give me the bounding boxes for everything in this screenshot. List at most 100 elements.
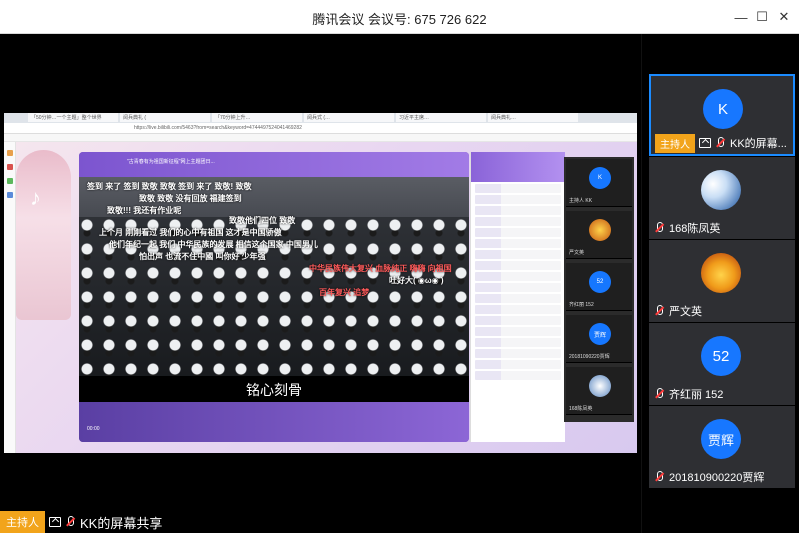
danmu-comment: 致敬 致敬 没有回放 福建签到 bbox=[139, 194, 242, 203]
participant-avatar bbox=[701, 170, 741, 210]
chat-line bbox=[475, 371, 561, 380]
chat-line bbox=[475, 217, 561, 226]
mini-tile: 168陈凤英 bbox=[566, 367, 632, 415]
sidebar-icon bbox=[7, 164, 13, 170]
screen-share-icon bbox=[49, 517, 61, 527]
mic-muted-icon bbox=[714, 137, 726, 149]
player-header: "古青春有为祖国新征程"网上主题团日... bbox=[79, 152, 469, 177]
danmu-comment: 中华民族伟大复兴 血脉纯正 嗨嗨 向祖国 bbox=[309, 264, 452, 273]
mic-muted-icon bbox=[64, 516, 76, 528]
chat-line bbox=[475, 184, 561, 193]
chat-line bbox=[475, 261, 561, 270]
browser-tab: 阅兵典礼… bbox=[488, 113, 578, 122]
mic-muted-icon bbox=[653, 222, 665, 234]
participant-avatar: 贾辉 bbox=[701, 419, 741, 459]
chat-line bbox=[475, 349, 561, 358]
participant-avatar: K bbox=[703, 89, 743, 129]
chat-line bbox=[475, 250, 561, 259]
browser-sidebar bbox=[4, 142, 16, 453]
stream-title: "古青春有为祖国新征程"网上主题团日... bbox=[127, 159, 215, 165]
mic-muted-icon bbox=[653, 388, 665, 400]
participant-tile[interactable]: 严文英 bbox=[649, 240, 795, 322]
screen-share-icon bbox=[699, 138, 711, 148]
mini-avatar: K bbox=[589, 167, 611, 189]
chat-header bbox=[471, 152, 565, 182]
mini-tile: 严文英 bbox=[566, 211, 632, 259]
host-badge: 主持人 bbox=[655, 133, 695, 153]
chat-line bbox=[475, 305, 561, 314]
sidebar-icon bbox=[7, 192, 13, 198]
browser-tab: 习近平主席… bbox=[396, 113, 486, 122]
browser-address-bar: https://live.bilibili.com/5463?from=sear… bbox=[4, 123, 637, 134]
video-player: "古青春有为祖国新征程"网上主题团日... 签到 来了 签到 致敬 致敬 签到 … bbox=[79, 152, 469, 442]
mini-tile: 52 齐红丽 152 bbox=[566, 263, 632, 311]
participant-name: 严文英 bbox=[669, 306, 702, 318]
player-time: 00:00 bbox=[87, 426, 100, 432]
participant-name-row: 齐红丽 152 bbox=[653, 386, 723, 402]
mini-tile: K 主持人 KK bbox=[566, 159, 632, 207]
bookmarks-bar bbox=[4, 134, 637, 142]
chat-line bbox=[475, 327, 561, 336]
mic-muted-icon bbox=[653, 305, 665, 317]
participant-name-row: 严文英 bbox=[653, 303, 702, 319]
browser-tab: 「70分钟上升… bbox=[212, 113, 302, 122]
browser-tab: 阅兵典礼 ( bbox=[120, 113, 210, 122]
participant-name: 齐红丽 152 bbox=[669, 389, 724, 401]
chat-line bbox=[475, 228, 561, 237]
mini-tile: 贾辉 20181090220贾辉 bbox=[566, 315, 632, 363]
participant-name: 201810900220贾辉 bbox=[669, 472, 765, 484]
shared-mini-gallery: K 主持人 KK 严文英 52 齐红丽 152 贾辉 20181090220贾辉… bbox=[564, 157, 634, 422]
stream-chat-panel bbox=[470, 152, 565, 442]
window-title: 腾讯会议 会议号: 675 726 622 bbox=[312, 12, 487, 27]
participant-name: 168陈凤英 bbox=[669, 223, 721, 235]
mini-name: 齐红丽 152 bbox=[569, 302, 594, 308]
mini-avatar: 贾辉 bbox=[589, 323, 611, 345]
video-subtitle: 铭心刻骨 bbox=[246, 382, 302, 398]
chat-line bbox=[475, 294, 561, 303]
sidebar-icon bbox=[7, 150, 13, 156]
participant-tile[interactable]: 贾辉 201810900220贾辉 bbox=[649, 406, 795, 488]
address-text: https://live.bilibili.com/5463?from=sear… bbox=[134, 125, 302, 131]
participant-tile-host[interactable]: K 主持人 KK的屏幕... bbox=[649, 74, 795, 156]
mini-avatar: 52 bbox=[589, 271, 611, 293]
chat-line bbox=[475, 338, 561, 347]
participant-tile[interactable]: 168陈凤英 bbox=[649, 157, 795, 239]
participant-avatar: 52 bbox=[701, 336, 741, 376]
video-frame: 签到 来了 签到 致敬 致敬 签到 来了 致敬! 致敬 致敬 致敬 没有回放 福… bbox=[79, 177, 469, 402]
chat-line bbox=[475, 195, 561, 204]
maximize-button[interactable]: ☐ bbox=[751, 6, 773, 28]
minimize-button[interactable]: — bbox=[730, 6, 752, 28]
close-button[interactable]: ✕ bbox=[773, 6, 795, 28]
mini-avatar bbox=[589, 375, 611, 397]
danmu-comment: 怕出声 也流不住中國 叫你好 少年强 bbox=[139, 252, 266, 261]
mini-avatar bbox=[589, 219, 611, 241]
danmu-comment: 百年复兴 追梦 bbox=[319, 288, 370, 297]
danmu-comment: 签到 来了 签到 致敬 致敬 签到 来了 致敬! 致敬 bbox=[87, 182, 252, 191]
participant-tile[interactable]: 52 齐红丽 152 bbox=[649, 323, 795, 405]
mini-name: 主持人 KK bbox=[569, 198, 593, 204]
subtitle-bar: 铭心刻骨 bbox=[79, 376, 469, 402]
meeting-window: 腾讯会议 会议号: 675 726 622 — ☐ ✕ 「50分钟…一个主题」整… bbox=[0, 0, 799, 533]
chat-line bbox=[475, 316, 561, 325]
player-footer: 00:00 bbox=[79, 402, 469, 442]
chat-line bbox=[475, 360, 561, 369]
chat-line bbox=[475, 283, 561, 292]
participant-name-row: 168陈凤英 bbox=[653, 220, 720, 236]
host-badge: 主持人 bbox=[0, 511, 45, 533]
mic-muted-icon bbox=[653, 471, 665, 483]
screen-share-status: 主持人 KK的屏幕共享 bbox=[0, 511, 169, 533]
browser-tab-strip: 「50分钟…一个主题」整个世界 阅兵典礼 ( 「70分钟上升… 阅兵式 (… 习… bbox=[4, 113, 637, 123]
danmu-comment: 上个月 刚刚看过 我们的心中有祖国 这才是中国骄傲 bbox=[99, 228, 282, 237]
participant-name-row: 201810900220贾辉 bbox=[653, 469, 764, 485]
anime-character-image bbox=[16, 150, 71, 320]
mini-name: 20181090220贾辉 bbox=[569, 354, 610, 360]
sidebar-icon bbox=[7, 178, 13, 184]
chat-line bbox=[475, 206, 561, 215]
panel-divider bbox=[641, 34, 642, 533]
danmu-comment: 吐好大( ◉ω◉ ) bbox=[389, 276, 444, 285]
mini-name: 168陈凤英 bbox=[569, 406, 593, 412]
chat-line bbox=[475, 272, 561, 281]
browser-tab: 「50分钟…一个主题」整个世界 bbox=[28, 113, 118, 122]
participant-avatar bbox=[701, 253, 741, 293]
title-bar: 腾讯会议 会议号: 675 726 622 — ☐ ✕ bbox=[0, 0, 799, 34]
